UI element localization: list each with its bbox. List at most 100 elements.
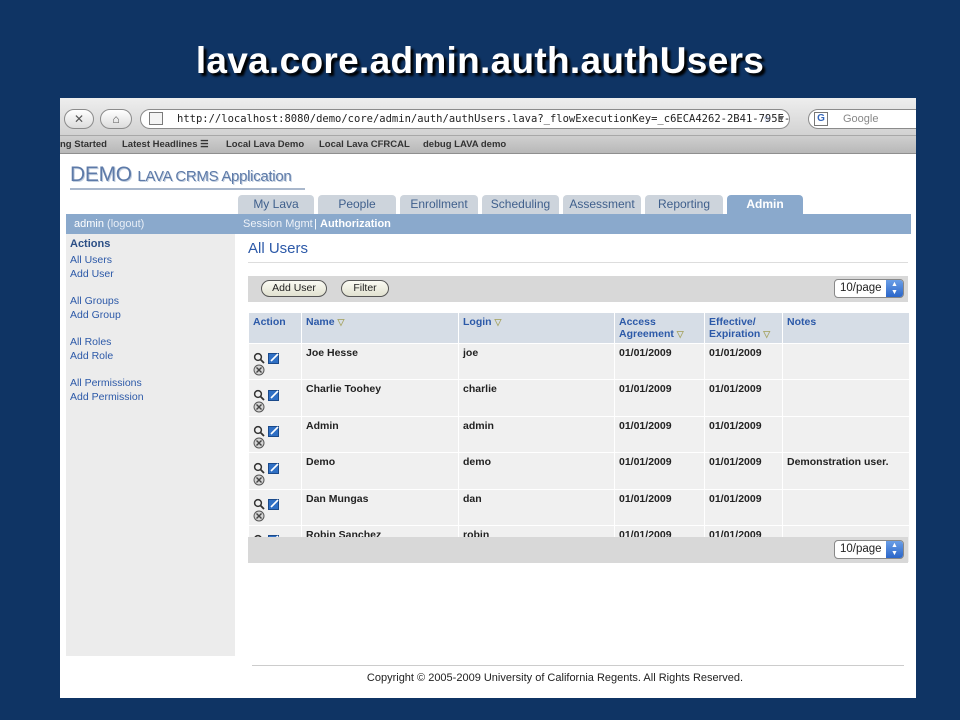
delete-icon[interactable] (253, 401, 268, 413)
browser-toolbar: ✕ ⌂ http://localhost:8080/demo/core/admi… (60, 98, 916, 136)
header-label: Agreement (619, 328, 674, 340)
tab-scheduling[interactable]: Scheduling (482, 195, 559, 214)
cell-login: dan (458, 488, 615, 527)
sidebar-link-all-roles[interactable]: All Roles (70, 335, 231, 349)
cell-notes: Demonstration user. (782, 452, 910, 490)
delete-icon[interactable] (253, 474, 268, 486)
cell-access-agreement: 01/01/2009 (614, 452, 705, 490)
bookmark-getting-started[interactable]: ng Started (60, 139, 107, 150)
table-header-row: Action Name ▽ Login ▽ Access Agreement ▽ … (248, 312, 910, 344)
top-button-bar: Add User Filter 10/page ▲ ▼ (248, 276, 908, 302)
column-header-access-agreement[interactable]: Access Agreement ▽ (614, 312, 705, 344)
sidebar-link-all-users[interactable]: All Users (70, 253, 231, 267)
url-dropdown-icon[interactable]: ▼ (779, 110, 784, 128)
table-row: Joe Hesse joe 01/01/2009 01/01/2009 (248, 342, 910, 381)
per-page-select-top[interactable]: 10/page ▲ ▼ (834, 279, 904, 298)
sidebar-link-add-group[interactable]: Add Group (70, 308, 231, 322)
cell-name: Joe Hesse (301, 342, 459, 381)
sort-icon[interactable]: ▽ (495, 317, 502, 327)
tab-people[interactable]: People (318, 195, 396, 214)
sort-icon[interactable]: ▽ (677, 329, 684, 339)
edit-icon[interactable] (268, 388, 283, 401)
per-page-value: 10/page (840, 543, 882, 555)
slide-title: lava.core.admin.auth.authUsers (195, 40, 765, 81)
tab-admin[interactable]: Admin (727, 195, 803, 214)
tab-my-lava[interactable]: My Lava (238, 195, 314, 214)
subnav-separator: | (314, 218, 317, 230)
sidebar-heading: Actions (70, 238, 111, 250)
view-icon[interactable] (253, 425, 268, 437)
delete-icon[interactable] (253, 364, 268, 376)
tab-assessment[interactable]: Assessment (563, 195, 641, 214)
browser-screenshot: ✕ ⌂ http://localhost:8080/demo/core/admi… (60, 98, 916, 698)
column-header-notes: Notes (782, 312, 910, 344)
footer-divider (252, 665, 904, 666)
table-row: Demo demo 01/01/2009 01/01/2009 Demonstratio… (248, 452, 910, 490)
sidebar-link-add-permission[interactable]: Add Permission (70, 390, 231, 404)
edit-icon[interactable] (268, 461, 283, 474)
filter-button[interactable]: Filter (341, 280, 389, 297)
cell-name: Demo (301, 452, 459, 490)
delete-icon[interactable] (253, 510, 268, 522)
row-actions (248, 488, 302, 527)
bookmark-debug-lava-demo[interactable]: debug LAVA demo (423, 139, 506, 150)
view-icon[interactable] (253, 461, 268, 474)
delete-icon[interactable] (253, 437, 268, 449)
per-page-select-bottom[interactable]: 10/page ▲ ▼ (834, 540, 904, 559)
url-text: http://localhost:8080/demo/core/admin/au… (177, 113, 790, 125)
sort-icon[interactable]: ▽ (338, 317, 345, 327)
logout-link[interactable]: (logout) (107, 218, 144, 230)
column-header-name[interactable]: Name ▽ (301, 312, 459, 344)
subnav-session-mgmt[interactable]: Session Mgmt (243, 214, 313, 234)
logo-sub: LAVA CRMS Application (137, 168, 292, 185)
sort-icon[interactable]: ▽ (763, 329, 770, 339)
view-icon[interactable] (253, 388, 268, 401)
table-row: Admin admin 01/01/2009 01/01/2009 (248, 415, 910, 454)
stop-button[interactable]: ✕ (64, 109, 94, 129)
column-header-login[interactable]: Login ▽ (458, 312, 615, 344)
row-actions (248, 415, 302, 454)
user-info: admin (logout) (74, 214, 144, 234)
subnav-authorization[interactable]: Authorization (320, 214, 391, 234)
view-icon[interactable] (253, 352, 268, 364)
close-icon: ✕ (73, 112, 85, 126)
cell-login: demo (458, 452, 615, 490)
bookmark-star-icon[interactable]: ☆ (763, 110, 771, 128)
search-placeholder: Google (843, 113, 879, 125)
rss-icon: ☰ (200, 139, 209, 150)
row-actions (248, 379, 302, 417)
stepper-arrows-icon: ▲ ▼ (886, 541, 903, 558)
bookmark-label: Latest Headlines (122, 139, 198, 150)
page-title: All Users (248, 240, 309, 257)
url-bar[interactable]: http://localhost:8080/demo/core/admin/au… (140, 109, 790, 129)
cell-effective-expiration: 01/01/2009 (704, 415, 783, 454)
tab-enrollment[interactable]: Enrollment (400, 195, 478, 214)
tab-reporting[interactable]: Reporting (645, 195, 723, 214)
logo-main: DEMO (70, 163, 132, 186)
column-header-effective-expiration[interactable]: Effective/Expiration ▽ (704, 312, 783, 344)
edit-icon[interactable] (268, 498, 283, 510)
header-label: Login (463, 316, 492, 328)
search-input[interactable]: G Google (808, 109, 916, 129)
stepper-arrows-icon: ▲ ▼ (886, 280, 903, 297)
view-icon[interactable] (253, 498, 268, 510)
home-button[interactable]: ⌂ (100, 109, 132, 129)
sidebar-link-all-groups[interactable]: All Groups (70, 294, 231, 308)
search-engine-icon[interactable]: G (814, 112, 828, 126)
cell-name: Dan Mungas (301, 488, 459, 527)
add-user-button[interactable]: Add User (261, 280, 327, 297)
bookmarks-bar: ng Started Latest Headlines ☰ Local Lava… (60, 136, 916, 154)
table-row: Charlie Toohey charlie 01/01/2009 01/01/200… (248, 379, 910, 417)
bookmark-latest-headlines[interactable]: Latest Headlines ☰ (122, 139, 209, 150)
app-logo: DEMO LAVA CRMS Application (70, 163, 292, 187)
users-table: Action Name ▽ Login ▽ Access Agreement ▽ … (248, 312, 910, 563)
edit-icon[interactable] (268, 352, 283, 365)
bottom-button-bar: 10/page ▲ ▼ (248, 537, 908, 563)
bookmark-local-lava-demo[interactable]: Local Lava Demo (226, 139, 304, 150)
sidebar-link-all-permissions[interactable]: All Permissions (70, 376, 231, 390)
bookmark-local-lava-cfrcal[interactable]: Local Lava CFRCAL (319, 139, 410, 150)
edit-icon[interactable] (268, 425, 283, 438)
sidebar-link-add-user[interactable]: Add User (70, 267, 231, 281)
home-icon: ⌂ (112, 112, 120, 126)
sidebar-link-add-role[interactable]: Add Role (70, 349, 231, 363)
